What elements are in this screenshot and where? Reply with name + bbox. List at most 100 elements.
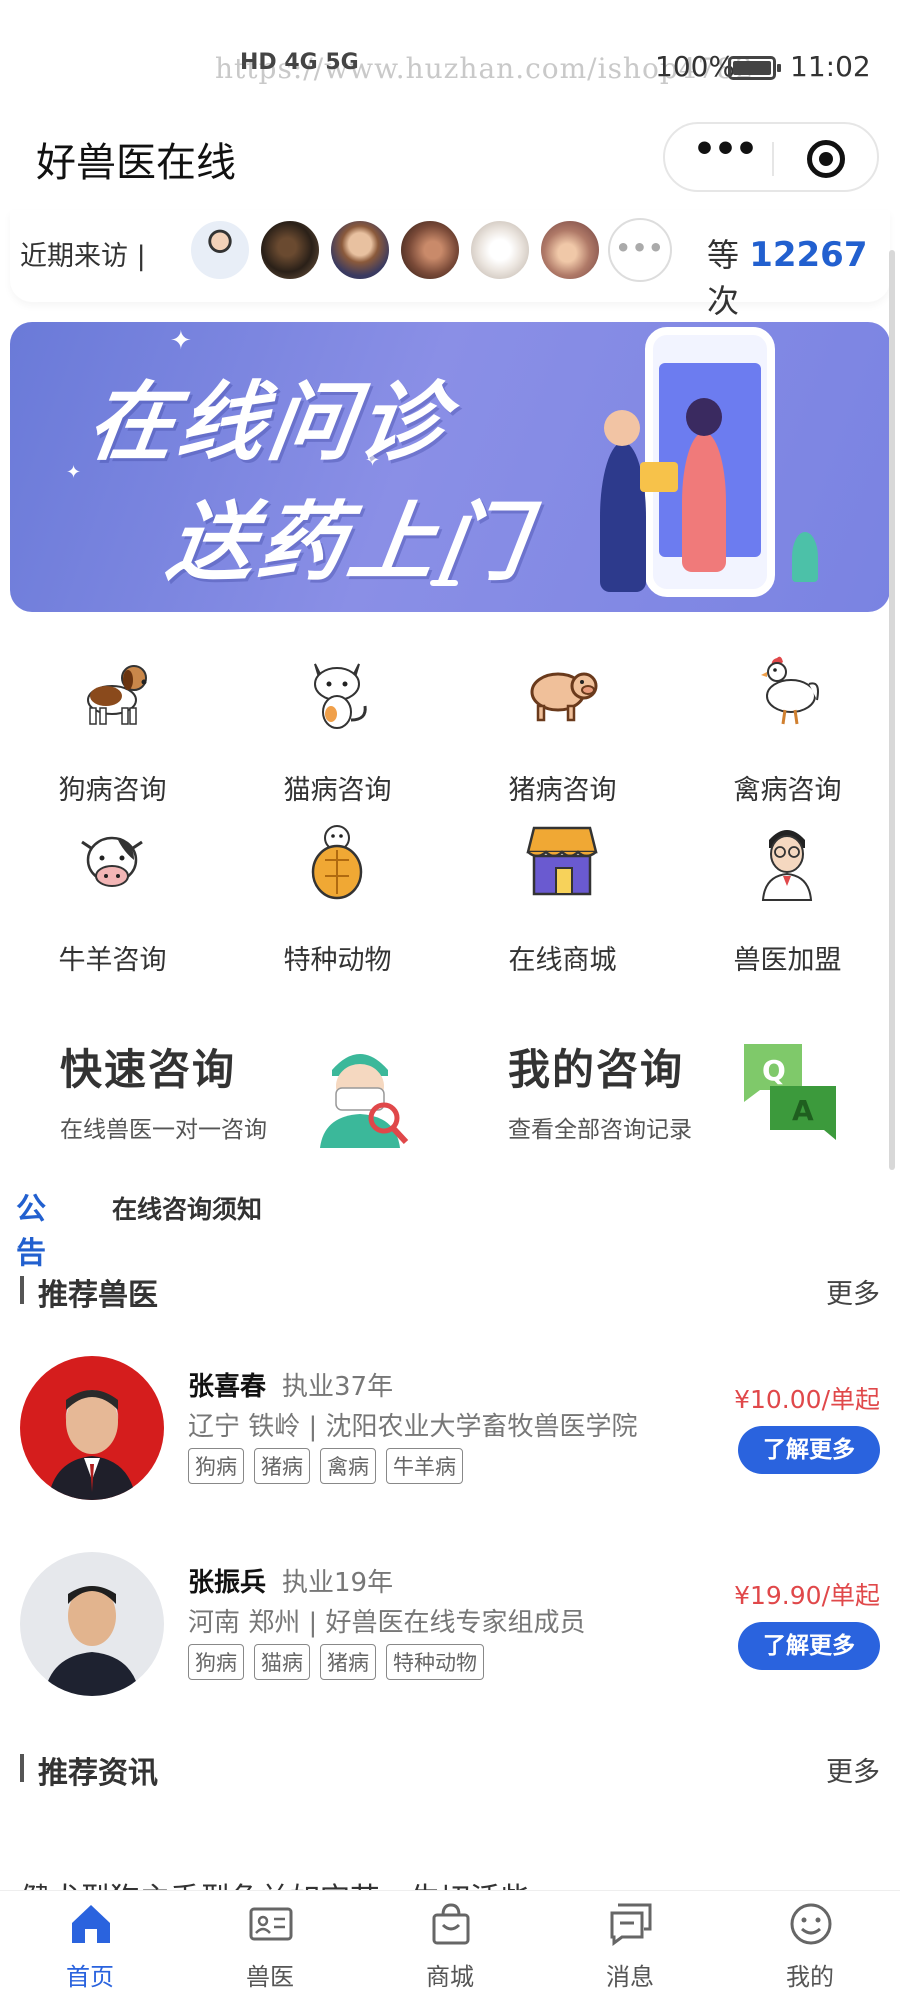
home-icon [72,1905,110,1943]
more-news-link[interactable]: 更多 [826,1750,880,1789]
visitor-avatar[interactable] [328,218,392,282]
vet-tags: 狗病 猪病 禽病 牛羊病 [188,1448,473,1484]
battery-percent: 100% [655,50,736,83]
visitor-avatar[interactable] [188,218,252,282]
category-cattle-sheep[interactable]: 牛羊咨询 [0,810,225,980]
recommended-vets-header: 推荐兽医 更多 [20,1268,880,1313]
category-online-mall[interactable]: 在线商城 [450,810,675,980]
doctor-icon [761,830,813,901]
mini-program-capsule: ••• [663,122,879,192]
vet-name: 张喜春 [188,1372,267,1402]
capsule-divider [772,142,774,176]
vet-price: ¥19.90/单起 [734,1581,880,1610]
message-icon [610,1903,652,1946]
customer-head-illustration [686,398,722,436]
more-vets-link[interactable]: 更多 [826,1272,880,1311]
smiley-icon [790,1903,832,1945]
visitor-avatar[interactable] [258,218,322,282]
vet-doctor-icon [320,1054,409,1148]
learn-more-button[interactable]: 了解更多 [738,1426,880,1474]
dog-icon [87,665,147,725]
quick-consult-card[interactable]: 快速咨询 在线兽医一对一咨询 [60,1020,420,1170]
turtle-icon [311,825,363,900]
visitor-avatar[interactable] [538,218,602,282]
chicken-icon [761,656,819,725]
customer-illustration [682,432,726,572]
svg-text:Q: Q [762,1054,786,1087]
vet-name: 张振兵 [188,1568,267,1598]
tab-label: 首页 [66,1963,114,1991]
category-label: 狗病咨询 [58,775,167,806]
category-cat[interactable]: 猫病咨询 [225,640,450,810]
tab-label: 兽医 [246,1963,294,1991]
scrollbar[interactable] [889,250,895,1170]
vet-tag: 禽病 [320,1448,376,1484]
vet-tag: 猪病 [320,1644,376,1680]
status-bar: https://www.huzhan.com/ishop4782 HD 4G 5… [0,0,900,120]
category-label: 禽病咨询 [733,775,842,806]
notice-text: 在线咨询须知 [112,1195,263,1224]
vet-avatar [20,1356,164,1500]
tab-mall[interactable]: 商城 [360,1891,540,2000]
category-label: 猪病咨询 [508,775,617,806]
vet-price: ¥10.00/单起 [734,1385,880,1414]
network-indicator: HD 4G 5G [240,50,359,75]
vet-description: 辽宁 铁岭 | 沈阳农业大学畜牧兽医学院 [188,1412,638,1442]
close-miniprogram-icon[interactable] [807,140,845,178]
section-title: 推荐资讯 [38,1756,158,1791]
category-label: 特种动物 [283,945,392,976]
vet-card[interactable]: 张喜春 执业37年 辽宁 铁岭 | 沈阳农业大学畜牧兽医学院 狗病 猪病 禽病 … [20,1356,880,1506]
tab-label: 我的 [786,1963,834,1991]
banner-subheadline: 送药上门 [161,493,536,593]
category-grid: 狗病咨询 猫病咨询 猪病咨询 禽病咨询 牛羊咨询 特种动物 在线商城 兽医加盟 [0,640,900,980]
vet-tag: 猪病 [254,1448,310,1484]
tab-label: 消息 [606,1963,654,1991]
tab-vets[interactable]: 兽医 [180,1891,360,2000]
category-label: 牛羊咨询 [58,945,167,976]
qa-icon: Q A [744,1044,836,1140]
cow-icon [81,836,143,887]
visitor-avatar[interactable] [468,218,532,282]
more-visitors-icon[interactable]: ••• [608,218,672,282]
more-menu-icon[interactable]: ••• [693,132,758,178]
category-dog[interactable]: 狗病咨询 [0,640,225,810]
promo-banner[interactable]: ✦ ✦ ✦ 在线问诊 送药上门 [10,322,890,612]
tab-home[interactable]: 首页 [0,1891,180,2000]
category-label: 在线商城 [508,945,617,976]
news-item-peek[interactable]: 健犬型狗主手型角兰如宝艺、生切活些 [20,1860,880,1890]
visitor-avatars: ••• [188,218,678,282]
category-pig[interactable]: 猪病咨询 [450,640,675,810]
category-label: 兽医加盟 [733,945,842,976]
tab-messages[interactable]: 消息 [540,1891,720,2000]
vet-tag: 狗病 [188,1448,244,1484]
visitor-avatar[interactable] [398,218,462,282]
category-special-animals[interactable]: 特种动物 [225,810,450,980]
category-vet-join[interactable]: 兽医加盟 [675,810,900,980]
tab-profile[interactable]: 我的 [720,1891,900,2000]
vet-card[interactable]: 张振兵 执业19年 河南 郑州 | 好兽医在线专家组成员 狗病 猫病 猪病 特种… [20,1552,880,1702]
section-title: 推荐兽医 [38,1278,158,1313]
vet-tag: 特种动物 [386,1644,484,1680]
learn-more-button[interactable]: 了解更多 [738,1622,880,1670]
visit-count: 等 12267 次 [707,235,868,320]
category-poultry[interactable]: 禽病咨询 [675,640,900,810]
cat-icon [314,663,367,729]
vet-tag: 狗病 [188,1644,244,1680]
plant-illustration [792,532,818,582]
courier-head-illustration [604,410,640,446]
shopping-bag-icon [432,1903,470,1945]
pig-icon [530,672,598,722]
shop-icon [526,826,598,896]
battery-icon [728,56,781,80]
news-title: 健犬型狗主手型角兰如宝艺、生切活些 [20,1874,530,1890]
vet-tag: 牛羊病 [386,1448,463,1484]
category-label: 猫病咨询 [283,775,392,806]
recent-visitors-bar: 近期来访 | ••• 等 12267 次 [10,210,890,320]
vet-avatar [20,1552,164,1696]
package-illustration [640,462,678,492]
my-consult-subtitle: 查看全部咨询记录 [508,1117,692,1143]
tab-label: 商城 [426,1963,474,1991]
sparkle-icon: ✦ [66,462,82,483]
my-consult-card[interactable]: 我的咨询 查看全部咨询记录 Q A [508,1020,868,1170]
page-title: 好兽医在线 [36,140,236,186]
